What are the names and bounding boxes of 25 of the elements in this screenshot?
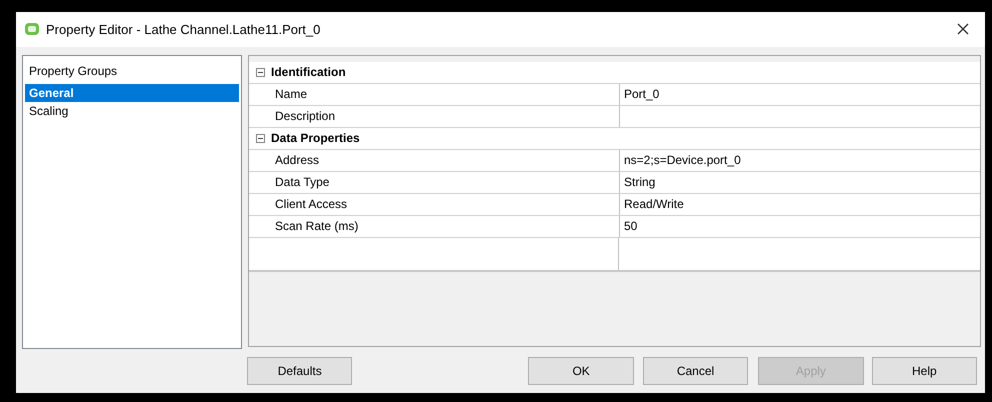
category-name: Data Properties [271, 131, 360, 146]
window-title: Property Editor - Lathe Channel.Lathe11.Port_0 [46, 22, 322, 37]
property-value[interactable]: 50 [619, 216, 980, 237]
property-value[interactable]: Read/Write [619, 194, 980, 215]
property-value[interactable]: Port_0 [619, 84, 980, 105]
group-item[interactable]: General [25, 84, 239, 102]
property-name: Address [274, 152, 320, 170]
list-heading: Property Groups [28, 64, 118, 80]
property-name: Client Access [274, 196, 348, 214]
app-icon [24, 21, 40, 38]
property-value[interactable]: ns=2;s=Device.port_0 [619, 150, 980, 171]
property-name: Data Type [274, 174, 330, 192]
collapse-icon[interactable] [256, 68, 264, 77]
dialog-button[interactable]: OK [528, 356, 634, 385]
category-name: Identification [271, 65, 346, 80]
group-item[interactable]: Scaling [25, 102, 239, 120]
property-value[interactable]: String [619, 172, 980, 193]
close-icon [956, 22, 970, 36]
property-name: Scan Rate (ms) [274, 218, 360, 236]
property-name: Description [274, 108, 336, 126]
dialog-button[interactable]: Defaults [247, 356, 352, 385]
dialog-button[interactable]: Cancel [642, 356, 748, 385]
collapse-icon[interactable] [256, 134, 264, 143]
dialog-button[interactable]: Help [872, 356, 978, 385]
property-name: Name [274, 86, 308, 104]
